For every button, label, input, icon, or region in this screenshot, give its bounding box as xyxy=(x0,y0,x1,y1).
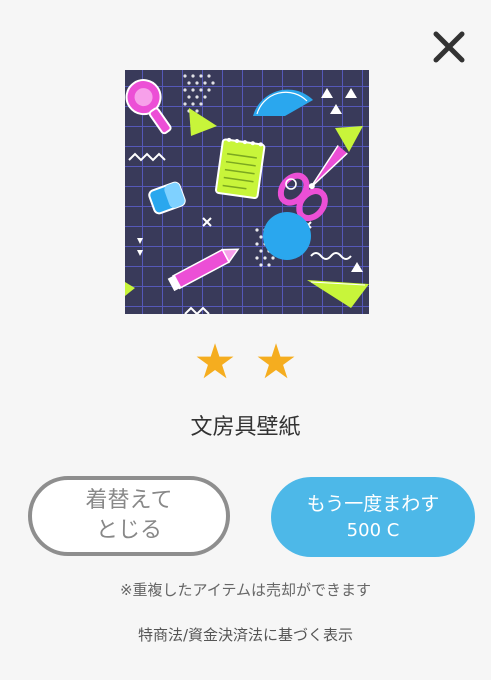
star-icon: ★ xyxy=(193,334,237,390)
legal-notice-link[interactable]: 特商法/資金決済法に基づく表示 xyxy=(0,623,491,647)
spin-again-price: 500 C xyxy=(346,520,400,541)
spin-again-button[interactable]: もう一度まわす 500 C xyxy=(271,477,475,557)
star-icon: ★ xyxy=(254,334,298,390)
dress-and-close-button[interactable]: 着替えて とじる xyxy=(28,476,230,556)
item-thumbnail xyxy=(125,70,369,314)
close-button[interactable] xyxy=(426,24,472,70)
spin-again-label: もう一度まわす xyxy=(306,493,440,515)
close-icon xyxy=(433,31,465,63)
rarity-stars: ★ ★ xyxy=(0,336,491,388)
stationery-pattern-image xyxy=(125,74,369,314)
duplicate-sale-note: ※重複したアイテムは売却ができます xyxy=(119,581,372,599)
item-name: 文房具壁紙 xyxy=(190,415,301,440)
